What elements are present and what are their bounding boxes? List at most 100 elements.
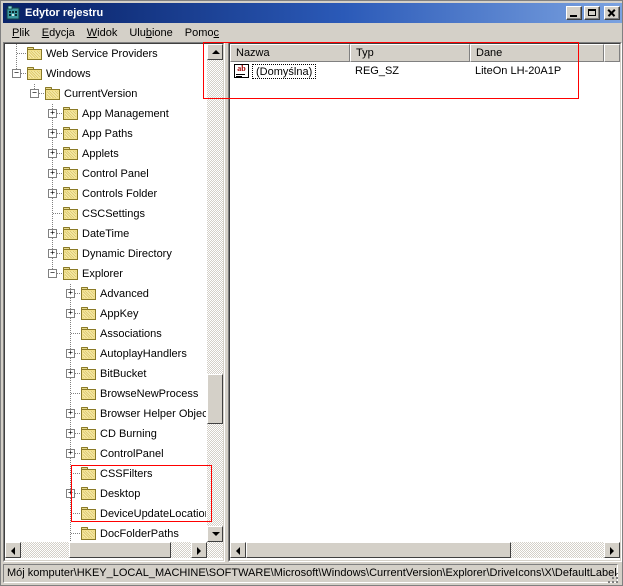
client-area: Web Service Providers − Windows − CurrentVer… [3,42,622,562]
tree-item[interactable]: + Controls Folder [5,184,206,204]
tree-expand-icon[interactable]: + [66,369,75,378]
tree-item[interactable]: Web Service Providers [5,44,206,64]
tree-item[interactable]: + App Paths [5,124,206,144]
list-scroll-left-button[interactable] [230,542,246,558]
minimize-button[interactable] [566,6,582,20]
tree-scroll-up-button[interactable] [207,44,223,60]
tree-item-label: Explorer [82,268,123,280]
tree-item-label: ControlPanel [100,448,164,460]
value-row[interactable]: ab (Domyślna) REG_SZ LiteOn LH-20A1P [230,63,620,80]
tree-item-label: Windows [46,68,91,80]
tree-scroll-left-button[interactable] [5,542,21,558]
tree-vertical-scrollbar[interactable] [207,44,223,542]
tree-item[interactable]: + AppKey [5,304,206,324]
tree-item[interactable]: + Browser Helper Object [5,404,206,424]
tree-expand-icon[interactable]: + [48,109,57,118]
tree-item[interactable]: Associations [5,324,206,344]
window-controls [564,6,622,20]
tree-guide-line [70,384,71,404]
folder-icon [81,447,97,460]
tree-expand-icon[interactable]: + [66,409,75,418]
tree-item[interactable]: + Applets [5,144,206,164]
tree-item-label: CSSFilters [100,468,153,480]
tree-collapse-icon[interactable]: − [12,69,21,78]
tree-item[interactable]: CSCSettings [5,204,206,224]
folder-icon [81,307,97,320]
tree-expand-icon[interactable]: + [48,229,57,238]
folder-icon [81,327,97,340]
tree-collapse-icon[interactable]: − [48,269,57,278]
tree-item[interactable]: + Control Panel [5,164,206,184]
status-path: Mój komputer\HKEY_LOCAL_MACHINE\SOFTWARE… [3,564,618,583]
tree-item-label: Controls Folder [82,188,158,200]
menu-pomoc[interactable]: Pomoc [179,25,225,41]
tree-item[interactable]: + Desktop [5,484,206,504]
tree-scroll-down-button[interactable] [207,526,223,542]
tree-item[interactable]: − Windows [5,64,206,84]
tree-item[interactable]: BrowseNewProcess [5,384,206,404]
tree-expand-icon[interactable]: + [66,449,75,458]
tree-expand-icon[interactable]: + [66,429,75,438]
column-header-dane[interactable]: Dane [470,44,604,62]
tree-scroll-right-button[interactable] [191,542,207,558]
tree-item[interactable]: + DateTime [5,224,206,244]
tree-item-label: BitBucket [100,368,147,380]
folder-icon [81,527,97,540]
tree-expand-icon[interactable]: + [66,349,75,358]
tree-item[interactable]: DeviceUpdateLocation [5,504,206,524]
folder-icon [63,127,79,140]
tree-guide-line [70,324,71,344]
tree-expand-icon[interactable]: + [48,249,57,258]
list-horizontal-scrollbar[interactable] [230,542,620,558]
tree-expand-icon[interactable]: + [48,169,57,178]
tree-item[interactable]: + BitBucket [5,364,206,384]
menu-plik[interactable]: Plik [6,25,36,41]
tree-item[interactable]: CSSFilters [5,464,206,484]
values-list[interactable]: ab (Domyślna) REG_SZ LiteOn LH-20A1P [230,62,620,560]
folder-icon [63,267,79,280]
folder-icon [63,247,79,260]
tree-horizontal-scrollbar[interactable] [5,542,223,558]
menu-ulubione[interactable]: Ulubione [123,25,178,41]
column-header-typ[interactable]: Typ [350,44,470,62]
tree-item-label: DeviceUpdateLocation [100,508,206,520]
tree-expand-icon[interactable]: + [66,289,75,298]
tree-item[interactable]: + App Management [5,104,206,124]
tree-item[interactable]: + AutoplayHandlers [5,344,206,364]
list-scroll-right-button[interactable] [604,542,620,558]
resize-grip[interactable] [608,571,620,583]
close-button[interactable] [604,6,620,20]
tree-guide-line [71,513,81,514]
tree-guide-line [16,44,17,64]
tree-guide-line [71,333,81,334]
tree-item[interactable]: − CurrentVersion [5,84,206,104]
folder-icon [81,387,97,400]
tree-expand-icon[interactable]: + [66,309,75,318]
tree-expand-icon[interactable]: + [48,149,57,158]
tree-horizontal-scroll-thumb[interactable] [69,542,171,558]
tree-item[interactable]: − Explorer [5,264,206,284]
tree-item[interactable]: + CD Burning [5,424,206,444]
tree-item-label: CD Burning [100,428,157,440]
registry-tree[interactable]: Web Service Providers − Windows − CurrentVer… [5,44,206,542]
tree-item-label: Browser Helper Object [100,408,206,420]
tree-item-label: Advanced [100,288,149,300]
tree-item[interactable]: + Dynamic Directory [5,244,206,264]
folder-icon [27,47,43,60]
tree-expand-icon[interactable]: + [48,129,57,138]
folder-icon [81,467,97,480]
maximize-button[interactable] [584,6,600,20]
tree-item[interactable]: + ControlPanel [5,444,206,464]
menu-edycja[interactable]: Edycja [36,25,81,41]
list-horizontal-scroll-thumb[interactable] [246,542,511,558]
folder-icon [63,187,79,200]
tree-vertical-scroll-thumb[interactable] [207,374,223,424]
tree-expand-icon[interactable]: + [66,489,75,498]
menu-widok[interactable]: Widok [81,25,124,41]
tree-expand-icon[interactable]: + [48,189,57,198]
registry-editor-icon [5,5,21,21]
tree-item[interactable]: + Advanced [5,284,206,304]
tree-collapse-icon[interactable]: − [30,89,39,98]
tree-item[interactable]: DocFolderPaths [5,524,206,542]
column-header-nazwa[interactable]: Nazwa [230,44,350,62]
